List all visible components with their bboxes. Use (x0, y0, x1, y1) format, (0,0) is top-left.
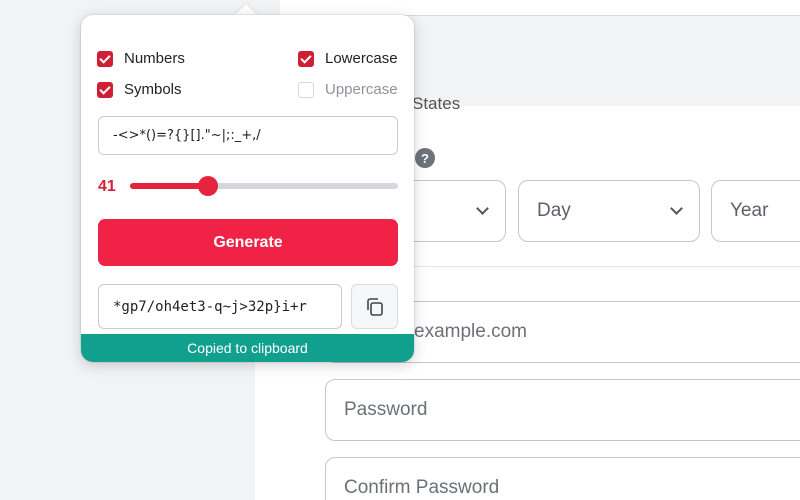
chevron-down-icon (670, 202, 683, 215)
confirm-password-placeholder: Confirm Password (344, 477, 500, 498)
copied-toast: Copied to clipboard (81, 334, 414, 362)
length-slider-fill (130, 183, 208, 189)
year-select-value: Year (730, 200, 769, 221)
symbols-input[interactable]: -<>*()=?{}[]."~|;:_+,/ (98, 116, 398, 155)
length-slider-thumb[interactable] (197, 176, 218, 196)
option-symbols[interactable]: Symbols (97, 81, 182, 98)
day-select[interactable]: Day (518, 180, 700, 242)
length-value: 41 (98, 178, 116, 195)
option-lowercase[interactable]: Lowercase (298, 50, 398, 67)
uppercase-checkbox[interactable] (298, 81, 314, 98)
password-generator-popup: Numbers Lowercase Symbols Uppercase -<>*… (81, 15, 414, 362)
help-icon[interactable]: ? (415, 148, 435, 168)
option-uppercase[interactable]: Uppercase (298, 81, 398, 98)
numbers-checkbox[interactable] (97, 50, 113, 67)
page-top-bar (280, 0, 800, 16)
password-field[interactable]: Password (325, 379, 800, 441)
generate-button[interactable]: Generate (98, 219, 398, 266)
option-numbers[interactable]: Numbers (97, 50, 185, 67)
lowercase-checkbox[interactable] (298, 50, 314, 67)
day-select-value: Day (537, 200, 571, 221)
copy-button[interactable] (351, 284, 398, 329)
year-select[interactable]: Year (711, 180, 800, 242)
chevron-down-icon (476, 202, 489, 215)
section-label: States (412, 94, 461, 112)
length-slider[interactable] (130, 176, 398, 196)
symbols-checkbox[interactable] (97, 81, 113, 98)
symbols-label: Symbols (124, 81, 182, 98)
copy-icon (366, 297, 383, 316)
lowercase-label: Lowercase (325, 50, 398, 67)
uppercase-label: Uppercase (325, 81, 398, 98)
numbers-label: Numbers (124, 50, 185, 67)
generated-password-field[interactable]: *gp7/oh4et3-q~j>32p}i+r (98, 284, 342, 329)
password-placeholder: Password (344, 399, 428, 420)
confirm-password-field[interactable]: Confirm Password (325, 457, 800, 500)
